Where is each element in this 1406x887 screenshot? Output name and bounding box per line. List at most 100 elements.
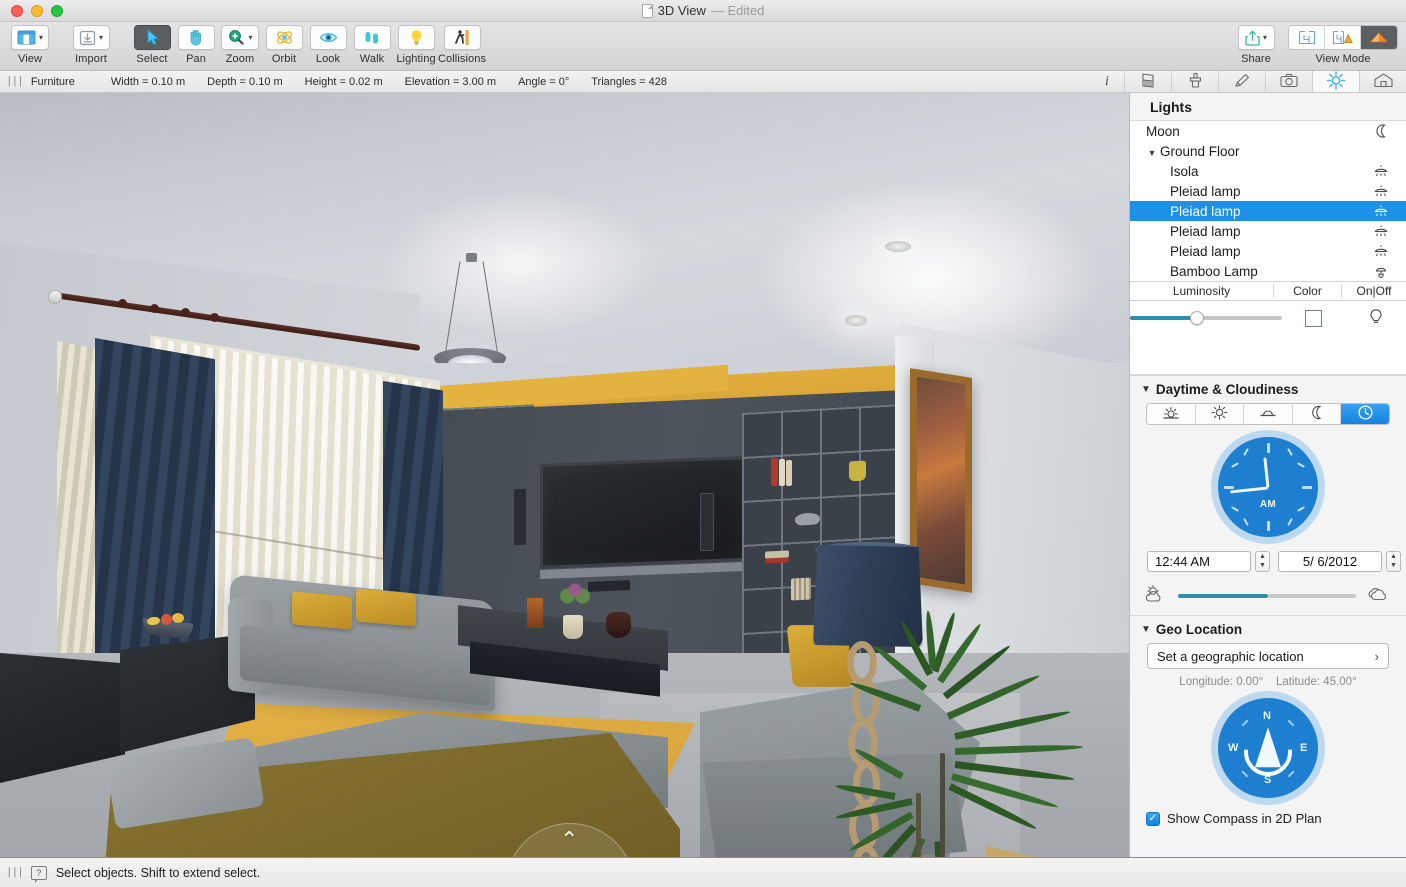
view-mode-segmented-control[interactable] <box>1288 25 1398 50</box>
toolbar-item-view-mode[interactable]: View Mode <box>1288 25 1398 65</box>
toolbar-item-share[interactable]: ▾ Share <box>1234 25 1278 65</box>
toolbar-item-orbit[interactable]: Orbit <box>262 25 306 65</box>
view-button[interactable]: ▾ <box>10 25 49 50</box>
maximize-button[interactable] <box>51 4 63 17</box>
pan-button[interactable] <box>177 25 215 50</box>
slider-knob[interactable] <box>1190 311 1204 325</box>
shelf-vase <box>849 460 866 482</box>
chevron-up-icon[interactable]: ▲ <box>1390 553 1397 562</box>
luminosity-slider[interactable] <box>1130 310 1282 326</box>
show-compass-checkbox-row[interactable]: ✓ Show Compass in 2D Plan <box>1130 798 1406 826</box>
lights-list[interactable]: Moon ▼ Ground Floor Isola Pleiad lamp Pl… <box>1130 121 1406 281</box>
house-tab[interactable] <box>1359 71 1406 92</box>
compass-needle <box>1255 727 1281 768</box>
onoff-header: On|Off <box>1356 284 1392 298</box>
chevron-up-icon[interactable]: ▲ <box>1259 553 1266 562</box>
date-input[interactable]: 5/ 6/2012 <box>1278 551 1382 572</box>
orbit-icon <box>275 29 294 46</box>
daytime-title: Daytime & Cloudiness <box>1155 382 1299 397</box>
toolbar-item-pan[interactable]: Pan <box>174 25 218 65</box>
info-icon[interactable]: i <box>1090 71 1124 92</box>
main-body: ⌃ ⌄ ‹ › ‹ › ^ v ^ v <box>0 93 1406 857</box>
light-row-isola[interactable]: Isola <box>1130 161 1406 181</box>
ceramic-urn <box>606 612 631 638</box>
toolbar-item-collisions[interactable]: Collisions <box>438 25 486 65</box>
slider-empty-track <box>1268 593 1356 598</box>
orbit-button[interactable] <box>265 25 303 50</box>
drag-handle-icon[interactable]: ||| <box>6 76 24 88</box>
daytime-section-header[interactable]: ▼ Daytime & Cloudiness <box>1130 382 1406 397</box>
camera-tab[interactable] <box>1265 71 1312 92</box>
wall-tab[interactable] <box>1124 71 1171 92</box>
light-row-pleiad-3[interactable]: Pleiad lamp <box>1130 221 1406 241</box>
paint-tab[interactable] <box>1171 71 1218 92</box>
night-preset-button[interactable] <box>1292 404 1342 424</box>
shaded-view-button[interactable] <box>1325 26 1361 49</box>
show-compass-checkbox[interactable]: ✓ <box>1146 811 1160 826</box>
plant-stem <box>940 753 945 857</box>
info-height: Height = 0.02 m <box>304 75 383 88</box>
shelf-book <box>779 458 785 487</box>
compass-tick <box>1287 719 1295 727</box>
zoom-button[interactable]: ▾ <box>221 25 259 50</box>
geo-section-header[interactable]: ▼ Geo Location <box>1130 622 1406 637</box>
sun-tab[interactable] <box>1312 70 1359 92</box>
orbit-label: Orbit <box>271 53 297 65</box>
clock-tick <box>1287 448 1293 456</box>
toolbar-item-lighting[interactable]: Lighting <box>394 25 438 65</box>
date-stepper[interactable]: ▲ ▼ <box>1386 551 1401 572</box>
chevron-down-icon[interactable]: ▼ <box>1141 624 1151 635</box>
analog-clock[interactable]: AM <box>1218 437 1318 537</box>
light-row-moon[interactable]: Moon <box>1130 121 1406 141</box>
time-input[interactable]: 12:44 AM <box>1147 551 1251 572</box>
toolbar-item-import[interactable]: ▾ Import <box>69 25 113 65</box>
light-row-pleiad-1[interactable]: Pleiad lamp <box>1130 181 1406 201</box>
daytime-preset-segmented-control[interactable] <box>1146 403 1390 425</box>
arrow-cursor-icon <box>145 29 160 46</box>
cloudiness-slider[interactable] <box>1178 588 1356 604</box>
lighting-button[interactable] <box>397 25 435 50</box>
textured-view-button[interactable] <box>1361 26 1397 49</box>
toolbar-item-look[interactable]: Look <box>306 25 350 65</box>
share-button[interactable]: ▾ <box>1237 25 1275 50</box>
chevron-down-icon[interactable]: ▼ <box>1390 562 1397 571</box>
collisions-button[interactable] <box>443 25 481 50</box>
daylight-preset-button[interactable] <box>1195 404 1245 424</box>
chevron-down-icon[interactable]: ▼ <box>1146 148 1158 158</box>
sunrise-preset-button[interactable] <box>1147 404 1196 424</box>
light-group-label: Ground Floor <box>1160 143 1240 159</box>
question-bubble-icon[interactable]: ? <box>30 865 47 883</box>
close-button[interactable] <box>11 4 23 17</box>
speaker-right <box>700 492 714 552</box>
sunrise-icon <box>1161 406 1181 423</box>
clock-tick <box>1267 443 1270 453</box>
chevron-down-icon[interactable]: ▼ <box>1259 562 1266 571</box>
light-row-pleiad-2-selected[interactable]: Pleiad lamp <box>1130 201 1406 221</box>
light-row-pleiad-4[interactable]: Pleiad lamp <box>1130 241 1406 261</box>
chevron-down-icon[interactable]: ▼ <box>1141 384 1151 395</box>
walk-button[interactable] <box>353 25 391 50</box>
framed-painting <box>910 368 972 593</box>
3d-viewport[interactable]: ⌃ ⌄ ‹ › ‹ › ^ v ^ v <box>0 93 1130 857</box>
custom-time-preset-button[interactable] <box>1341 404 1389 424</box>
wireframe-view-button[interactable] <box>1289 26 1325 49</box>
toolbar-item-select[interactable]: Select <box>130 25 174 65</box>
light-row-bamboo-lamp[interactable]: Bamboo Lamp <box>1130 261 1406 281</box>
minimize-button[interactable] <box>31 4 43 17</box>
toolbar-item-zoom[interactable]: ▾ Zoom <box>218 25 262 65</box>
import-button[interactable]: ▾ <box>72 25 110 50</box>
light-group-ground-floor[interactable]: ▼ Ground Floor <box>1130 141 1406 161</box>
recessed-spot-light <box>885 241 911 252</box>
set-geographic-location-button[interactable]: Set a geographic location › <box>1147 643 1389 669</box>
look-button[interactable] <box>309 25 347 50</box>
status-drag-handle-icon[interactable]: ||| <box>6 867 24 879</box>
time-stepper[interactable]: ▲ ▼ <box>1255 551 1270 572</box>
light-color-swatch[interactable] <box>1305 309 1323 327</box>
toolbar-item-walk[interactable]: Walk <box>350 25 394 65</box>
toolbar-item-view[interactable]: ▾ View <box>8 25 52 65</box>
compass-dial[interactable]: N E S W <box>1218 698 1318 798</box>
pencil-tab[interactable] <box>1218 71 1265 92</box>
select-button[interactable] <box>133 25 171 50</box>
sunset-preset-button[interactable] <box>1244 404 1293 424</box>
bulb-outline-icon[interactable] <box>1368 308 1384 329</box>
